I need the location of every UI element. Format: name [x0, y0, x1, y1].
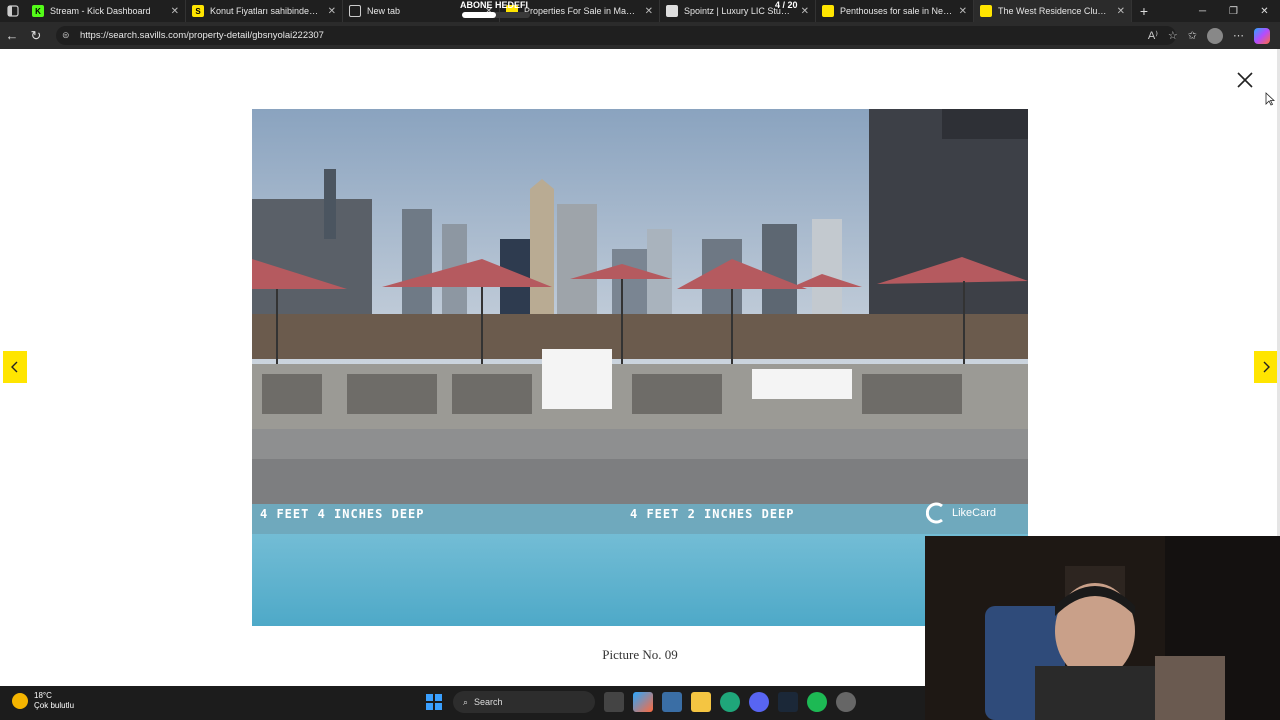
close-icon	[1237, 72, 1253, 88]
address-bar: ← ↻ ⊜ https://search.savills.com/propert…	[0, 22, 1280, 49]
tab-actions-icon[interactable]	[0, 0, 26, 22]
tab-title: Stream - Kick Dashboard	[50, 6, 151, 16]
subscriber-goal-label: ABONE HEDEFI	[460, 0, 529, 10]
likecard-icon	[926, 502, 943, 524]
favorites-icon[interactable]: ✩	[1188, 29, 1197, 42]
subscriber-goal-overlay: ABONE HEDEFI	[460, 0, 532, 22]
close-tab-icon[interactable]: ✕	[328, 6, 336, 17]
subscriber-goal-bar	[462, 12, 530, 18]
spotify-icon[interactable]	[807, 692, 827, 712]
discord-icon[interactable]	[749, 692, 769, 712]
steam-icon[interactable]	[778, 692, 798, 712]
previous-photo-button[interactable]	[3, 351, 27, 383]
photo-caption: Picture No. 09	[602, 647, 678, 662]
tab-title: Penthouses for sale in New York	[840, 6, 953, 16]
close-lightbox-button[interactable]	[1233, 68, 1257, 92]
site-info-icon[interactable]: ⊜	[62, 30, 74, 41]
weather-icon	[12, 693, 28, 709]
windows-start-icon[interactable]	[424, 692, 444, 712]
page-icon	[666, 5, 678, 17]
close-tab-icon[interactable]: ✕	[171, 6, 179, 17]
close-tab-icon[interactable]: ✕	[1117, 6, 1125, 17]
app-icon[interactable]	[836, 692, 856, 712]
sahibinden-icon: S	[192, 5, 204, 17]
tab-west-residence[interactable]: The West Residence Club, 547 W ✕	[974, 0, 1132, 22]
copilot-app-icon[interactable]	[633, 692, 653, 712]
back-icon[interactable]: ←	[0, 22, 24, 49]
webcam-overlay	[925, 536, 1280, 720]
store-icon[interactable]	[662, 692, 682, 712]
new-tab-button[interactable]: +	[1132, 3, 1156, 19]
taskbar-search[interactable]: ⌕ Search	[453, 691, 595, 713]
search-icon: ⌕	[463, 696, 469, 707]
edge-icon[interactable]	[720, 692, 740, 712]
tab-kick-dashboard[interactable]: K Stream - Kick Dashboard ✕	[26, 0, 186, 22]
copilot-icon[interactable]	[1254, 27, 1270, 44]
mouse-cursor-icon	[1265, 92, 1275, 106]
gallery-photo: 4 FEET 4 INCHES DEEP 4 FEET 2 INCHES DEE…	[252, 109, 1028, 626]
tab-title: Properties For Sale in Manchester	[524, 6, 639, 16]
window-controls: ─ ❐ ✕	[1187, 0, 1280, 22]
savills-icon	[822, 5, 834, 17]
newtab-icon	[349, 5, 361, 17]
subscriber-goal-fill	[462, 12, 496, 18]
chevron-right-icon	[1263, 361, 1270, 373]
likecard-logo: LikeCard	[926, 502, 996, 524]
tab-title: The West Residence Club, 547 W	[998, 6, 1111, 16]
taskbar: 18°C Çok bulutlu ⌕ Search	[0, 686, 925, 720]
next-photo-button[interactable]	[1254, 351, 1278, 383]
minimize-icon[interactable]: ─	[1187, 0, 1218, 22]
restore-icon[interactable]: ❐	[1218, 0, 1249, 22]
weather-condition: Çok bulutlu	[34, 701, 75, 710]
goal-counter: 4 / 20	[775, 0, 798, 10]
browser-toolbar-right: A⁾ ☆ ✩ ⋯	[1148, 22, 1270, 49]
url-field[interactable]: ⊜ https://search.savills.com/property-de…	[56, 26, 1176, 45]
close-tab-icon[interactable]: ✕	[801, 6, 809, 17]
search-placeholder: Search	[474, 697, 503, 707]
refresh-icon[interactable]: ↻	[24, 22, 48, 49]
close-window-icon[interactable]: ✕	[1249, 0, 1280, 22]
close-tab-icon[interactable]: ✕	[645, 6, 653, 17]
tab-sahibinden[interactable]: S Konut Fiyatları sahibinden.com'da ✕	[186, 0, 343, 22]
kick-icon: K	[32, 5, 44, 17]
url-text: https://search.savills.com/property-deta…	[80, 30, 324, 41]
weather-widget[interactable]: 18°C Çok bulutlu	[12, 691, 74, 711]
savills-icon	[980, 5, 992, 17]
pool-depth-marking: 4 FEET 2 INCHES DEEP	[630, 507, 795, 521]
tab-penthouses[interactable]: Penthouses for sale in New York ✕	[816, 0, 974, 22]
read-aloud-icon[interactable]: A⁾	[1148, 29, 1158, 42]
weather-temperature: 18°C	[34, 691, 52, 700]
task-view-icon[interactable]	[604, 692, 624, 712]
tab-title: Konut Fiyatları sahibinden.com'da	[210, 6, 322, 16]
pool-depth-marking: 4 FEET 4 INCHES DEEP	[260, 507, 425, 521]
watermark-text: LikeCard	[952, 507, 997, 519]
chevron-left-icon	[11, 361, 18, 373]
tab-bar: K Stream - Kick Dashboard ✕ S Konut Fiya…	[0, 0, 1280, 22]
close-tab-icon[interactable]: ✕	[959, 6, 967, 17]
file-explorer-icon[interactable]	[691, 692, 711, 712]
more-menu-icon[interactable]: ⋯	[1233, 29, 1244, 42]
favorite-star-icon[interactable]: ☆	[1168, 29, 1178, 42]
profile-avatar[interactable]	[1207, 27, 1223, 44]
